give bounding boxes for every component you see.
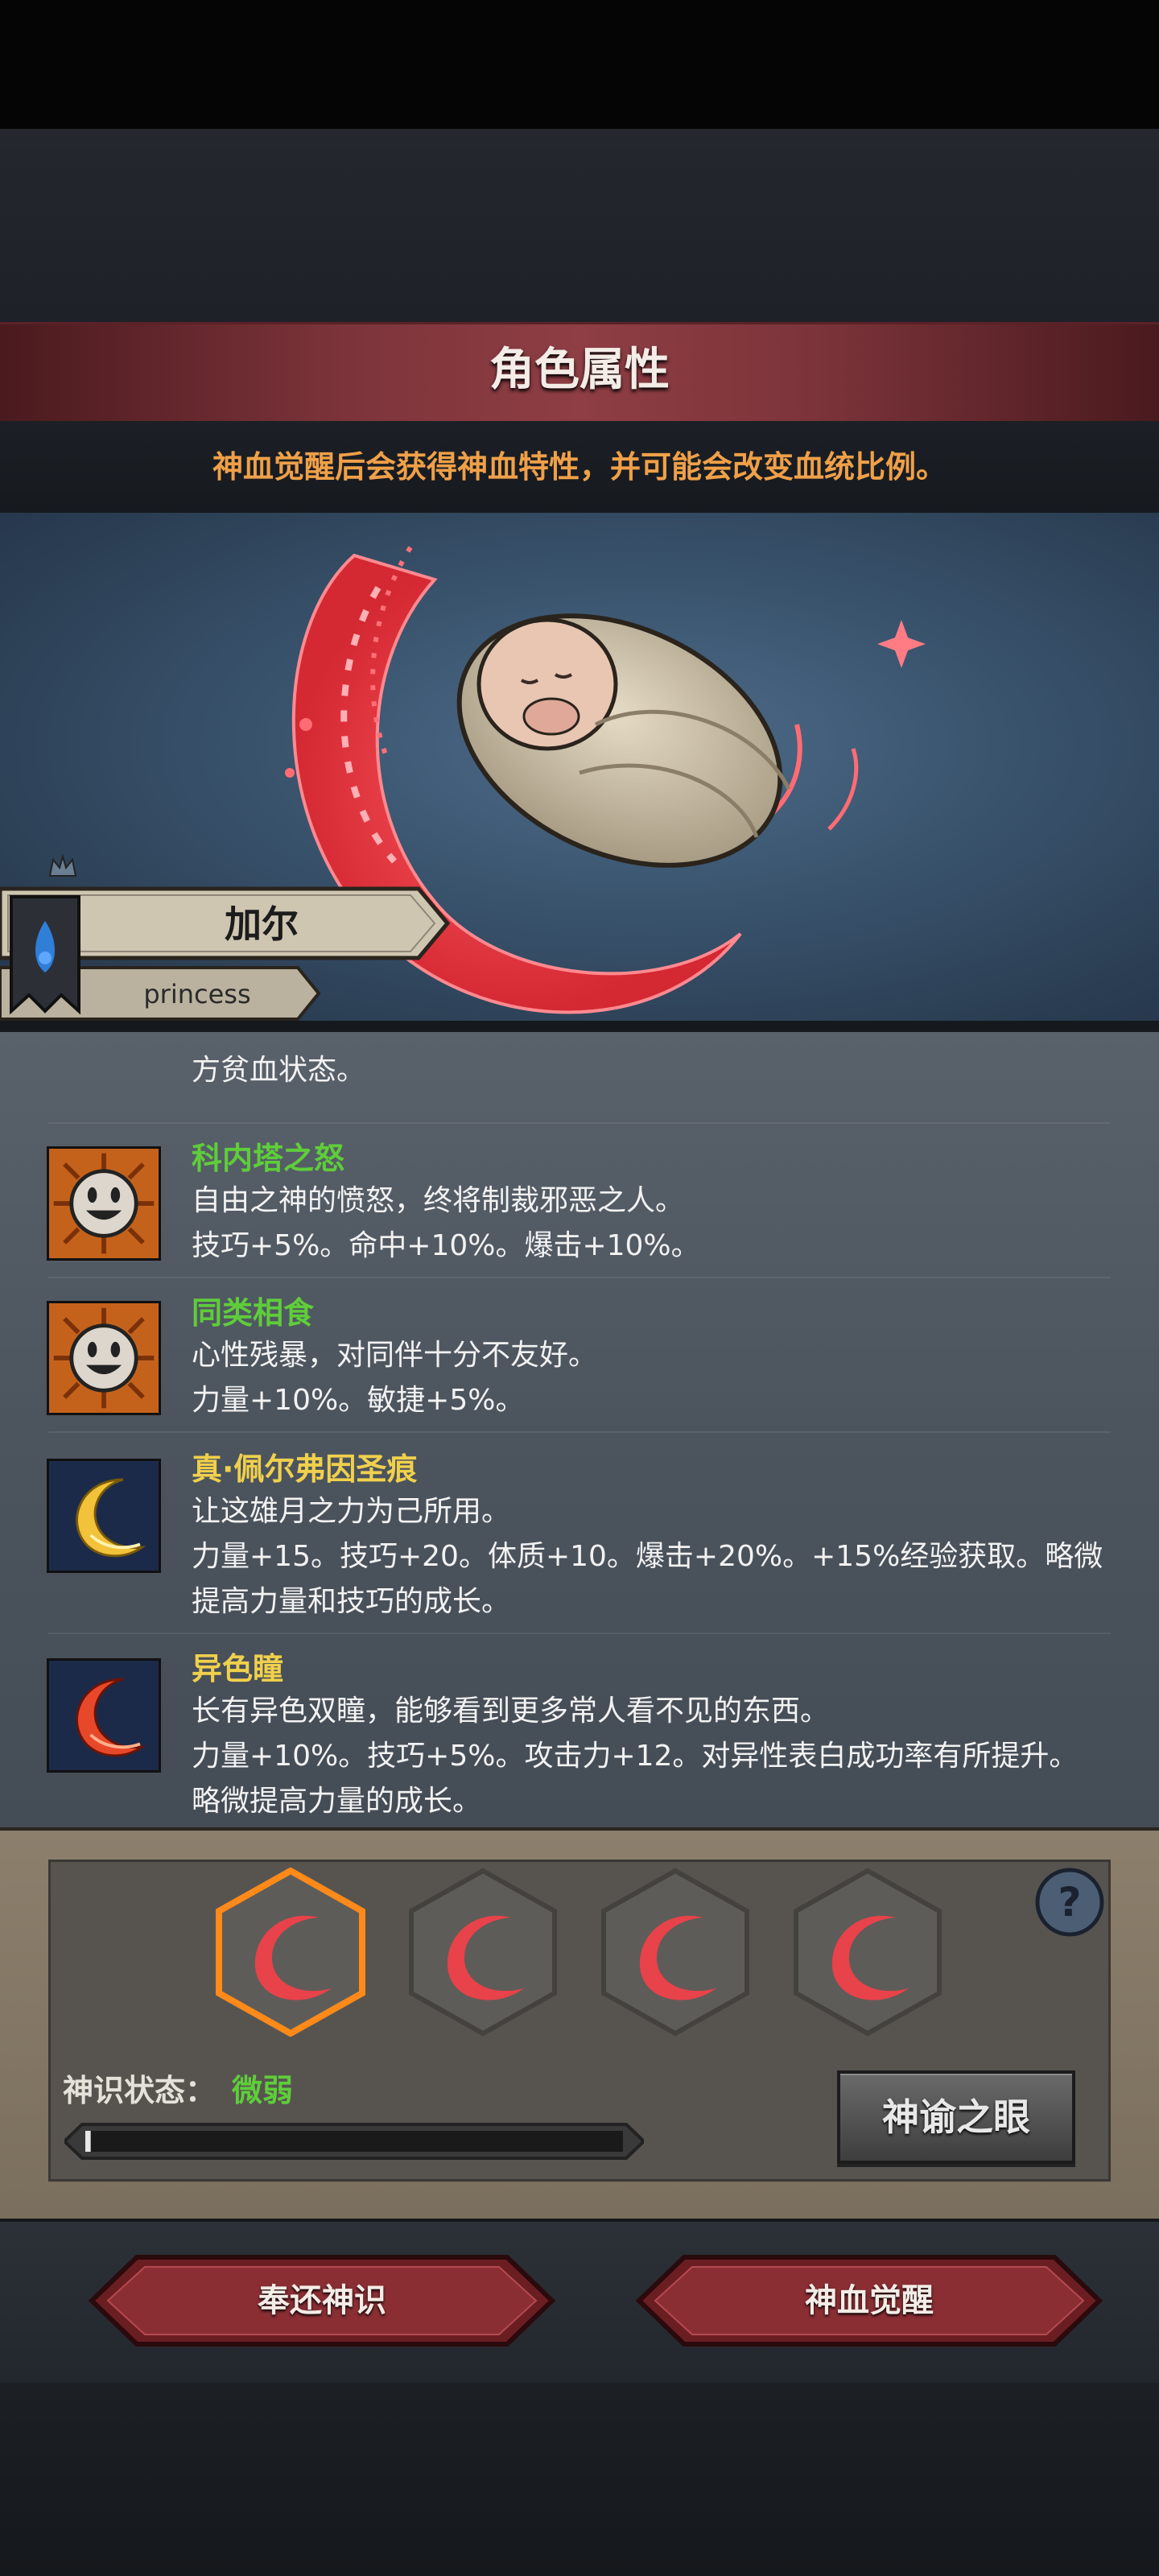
trait-name: 真·佩尔弗因圣痕 — [192, 1451, 418, 1487]
crescent-moon-icon — [47, 1459, 161, 1573]
smile-face-icon — [47, 1146, 161, 1261]
trait-desc: 让这雄月之力为己所用。 — [192, 1495, 511, 1528]
help-icon[interactable]: ? — [1033, 1866, 1106, 1938]
divine-status-label: 神识状态： — [63, 2073, 217, 2108]
dimmed-background — [0, 129, 1159, 322]
trait-divider — [48, 1633, 1111, 1634]
divine-slot-2[interactable] — [406, 1868, 559, 2037]
page-title: 角色属性 — [489, 344, 670, 396]
trait-name: 异色瞳 — [192, 1651, 284, 1686]
trait-desc: 长有异色双瞳，能够看到更多常人看不见的东西。 — [192, 1695, 830, 1728]
trait-divider — [48, 1122, 1111, 1124]
divine-slot-1[interactable] — [214, 1868, 367, 2037]
return-divine-label[interactable]: 奉还神识 — [89, 2254, 555, 2347]
divine-progress-bar — [64, 2123, 644, 2160]
smile-face-icon — [47, 1301, 161, 1415]
footer-area — [0, 2383, 1159, 2576]
traits-list[interactable]: 方贫血状态。 科内塔之怒 自由之神的愤怒，终将制裁邪恶之人。 技巧+5%。命中+… — [0, 1032, 1159, 1827]
trait-effect: 略微提高力量的成长。 — [192, 1785, 482, 1818]
divine-slot-3[interactable] — [599, 1868, 752, 2037]
divine-awaken-label[interactable]: 神血觉醒 — [636, 2254, 1103, 2347]
trait-effect: 提高力量和技巧的成长。 — [192, 1585, 511, 1618]
portrait-divider — [0, 1021, 1159, 1032]
trait-divider — [48, 1277, 1111, 1278]
trait-name: 同类相食 — [192, 1295, 315, 1331]
trait-desc: 心性残暴，对同伴十分不友好。 — [192, 1339, 598, 1372]
trait-effect: 技巧+5%。命中+10%。爆击+10%。 — [192, 1229, 700, 1262]
oracle-eye-label[interactable]: 神谕之眼 — [837, 2070, 1075, 2164]
divine-slot-4[interactable] — [791, 1868, 944, 2037]
divine-status-value: 微弱 — [232, 2073, 294, 2108]
svg-text:?: ? — [1058, 1879, 1081, 1926]
red-crescent-icon — [47, 1658, 161, 1773]
trait-desc: 方贫血状态。 — [192, 1054, 366, 1087]
trait-effect: 力量+10%。敏捷+5%。 — [192, 1384, 525, 1417]
trait-desc: 自由之神的愤怒，终将制裁邪恶之人。 — [192, 1184, 685, 1217]
status-bar-area — [0, 0, 1159, 129]
trait-name: 科内塔之怒 — [192, 1141, 345, 1176]
character-subtitle: princess — [143, 979, 251, 1009]
trait-effect: 力量+10%。技巧+5%。攻击力+12。对异性表白成功率有所提升。 — [192, 1740, 1079, 1773]
blood-flag-icon — [10, 895, 80, 1014]
crown-icon — [48, 853, 77, 877]
trait-divider — [48, 1431, 1111, 1433]
character-name: 加尔 — [225, 902, 299, 946]
trait-effect: 力量+15。技巧+20。体质+10。爆击+20%。+15%经验获取。略微 — [192, 1540, 1103, 1573]
